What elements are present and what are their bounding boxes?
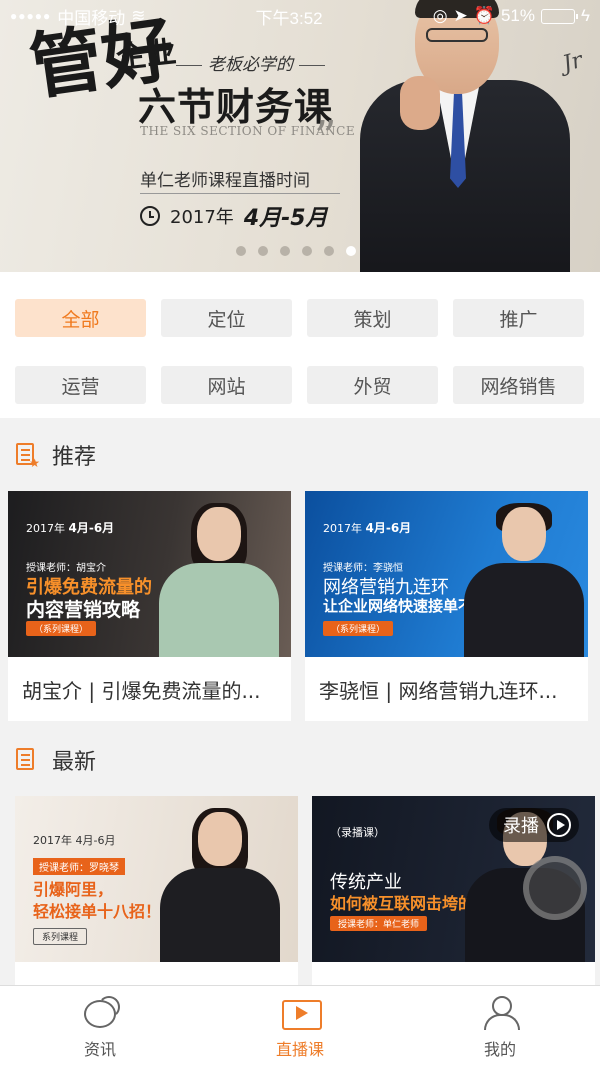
latest-list-icon	[14, 746, 40, 774]
teacher-figure	[464, 503, 584, 657]
thumb-subheadline: 轻松接单十八招！	[33, 902, 162, 921]
category-foreign-trade[interactable]: 外贸	[307, 366, 438, 404]
course-card[interactable]: 2017年 4月-6月 授课老师：李骁恒 网络营销九连环 让企业网络快速接单不烧…	[305, 491, 588, 721]
recorded-badge: 录播	[489, 808, 579, 842]
carousel-dot[interactable]	[280, 246, 290, 256]
section-title: 最新	[52, 750, 97, 775]
thumb-teacher: 授课老师：胡宝介	[26, 563, 106, 574]
thumb-teacher: 授课老师：李骁恒	[323, 563, 403, 574]
thumb-series-tag: （系列课程）	[323, 621, 394, 636]
thumb-kind: （录播课）	[330, 826, 385, 839]
carrier-label: 中国移动	[57, 8, 126, 28]
course-thumbnail: 2017年 4月-6月 授课老师：罗晓琴 引爆阿里， 轻松接单十八招！ 系列课程	[15, 796, 298, 962]
carousel-dot[interactable]	[236, 246, 246, 256]
banner-divider	[140, 193, 340, 194]
category-website[interactable]: 网站	[161, 366, 292, 404]
thumb-date: 4月-6月	[365, 521, 412, 535]
user-icon	[480, 994, 520, 1030]
play-icon[interactable]	[547, 813, 571, 837]
battery-icon	[540, 8, 578, 24]
banner-year: 2017年	[170, 207, 234, 228]
wifi-icon: ≋	[131, 6, 146, 25]
tab-label: 我的	[483, 1039, 516, 1059]
category-promotion[interactable]: 推广	[453, 299, 584, 337]
battery-percent: 51%	[500, 6, 535, 25]
category-positioning[interactable]: 定位	[161, 299, 292, 337]
bottom-tab-bar: 资讯 直播课 我的	[0, 985, 600, 1067]
thumb-teacher: 授课老师：单仁老师	[330, 916, 428, 931]
category-operations[interactable]: 运营	[15, 366, 146, 404]
charging-icon: ϟ	[580, 6, 590, 25]
course-title: 李骁恒 | 网络营销九连环...	[319, 678, 558, 703]
thumb-date: 2017年 4月-6月	[33, 834, 116, 847]
latest-header: 最新	[0, 725, 600, 795]
recommended-list: 2017年 4月-6月 授课老师：胡宝介 引爆免费流量的 内容营销攻略 （系列课…	[0, 491, 600, 721]
banner-date: 2017年 4月-5月	[140, 200, 328, 232]
carousel-indicator[interactable]	[236, 246, 356, 256]
recommend-list-icon: ★	[14, 441, 40, 469]
live-play-icon	[280, 994, 322, 1030]
clock-time: 下午3:52	[255, 8, 323, 28]
thumb-date-year: 2017年	[26, 522, 65, 535]
thumb-date-year: 2017年	[323, 522, 362, 535]
category-all[interactable]: 全部	[15, 299, 146, 337]
category-online-sales[interactable]: 网络销售	[453, 366, 584, 404]
alarm-icon: ⏰	[473, 6, 495, 25]
tab-label: 直播课	[275, 1039, 324, 1059]
status-bar: ●●●●● 中国移动 ≋ 下午3:52 ◎ ➤ ⏰ 51% ϟ	[0, 0, 600, 32]
tab-live-course[interactable]: 直播课	[240, 994, 360, 1060]
carousel-dot[interactable]	[302, 246, 312, 256]
signal-dots-icon: ●●●●●	[10, 9, 52, 23]
location-icon: ➤	[453, 6, 468, 25]
tab-label: 资讯	[83, 1039, 116, 1059]
banner-main-title: 六节财务课	[138, 85, 334, 129]
recommended-header: ★ 推荐	[0, 420, 600, 490]
category-planning[interactable]: 策划	[307, 299, 438, 337]
course-thumbnail: 2017年 4月-6月 授课老师：李骁恒 网络营销九连环 让企业网络快速接单不烧…	[305, 491, 588, 657]
teacher-photo	[360, 0, 570, 272]
lock-rotation-icon: ◎	[432, 6, 448, 25]
thumb-headline: 引爆阿里，	[33, 880, 114, 899]
carousel-dot-active[interactable]	[346, 246, 356, 256]
section-title: 推荐	[52, 445, 97, 470]
course-card[interactable]: 2017年 4月-6月 授课老师：胡宝介 引爆免费流量的 内容营销攻略 （系列课…	[8, 491, 291, 721]
category-filter: 全部 定位 策划 推广 运营 网站 外贸 网络销售	[0, 272, 600, 418]
carousel-dot[interactable]	[324, 246, 334, 256]
assistive-touch-button[interactable]	[523, 856, 587, 920]
teacher-figure	[159, 503, 279, 657]
clock-icon	[140, 206, 160, 226]
teacher-figure	[160, 808, 280, 962]
recorded-label: 录播	[503, 816, 539, 837]
banner-brush-small: 企业	[114, 34, 179, 77]
banner-live-text: 单仁老师课程直播时间	[140, 171, 310, 191]
banner-carousel[interactable]: 管好 企业 老板必学的 六节财务课 THE SIX SECTION OF FIN…	[0, 0, 600, 272]
thumb-series-tag: （系列课程）	[26, 621, 97, 636]
course-thumbnail: （录播课） 传统产业 如何被互联网击垮的 授课老师：单仁老师 录播	[312, 796, 595, 962]
tab-news[interactable]: 资讯	[40, 994, 160, 1060]
carousel-dot[interactable]	[258, 246, 268, 256]
thumb-series-tag: 系列课程	[33, 928, 88, 945]
banner-subtitle: 老板必学的	[170, 50, 331, 75]
banner-months: 4月-5月	[243, 206, 328, 231]
thumb-teacher: 授课老师：罗晓琴	[33, 858, 125, 875]
thumb-subheadline: 内容营销攻略	[26, 599, 141, 621]
thumb-subheadline: 如何被互联网击垮的	[330, 894, 475, 913]
tab-mine[interactable]: 我的	[440, 994, 560, 1060]
course-thumbnail: 2017年 4月-6月 授课老师：胡宝介 引爆免费流量的 内容营销攻略 （系列课…	[8, 491, 291, 657]
chat-bubbles-icon	[80, 994, 120, 1030]
thumb-date: 4月-6月	[68, 521, 115, 535]
quote-mark-icon: ”	[314, 112, 337, 163]
course-title: 胡宝介 | 引爆免费流量的...	[22, 678, 261, 703]
